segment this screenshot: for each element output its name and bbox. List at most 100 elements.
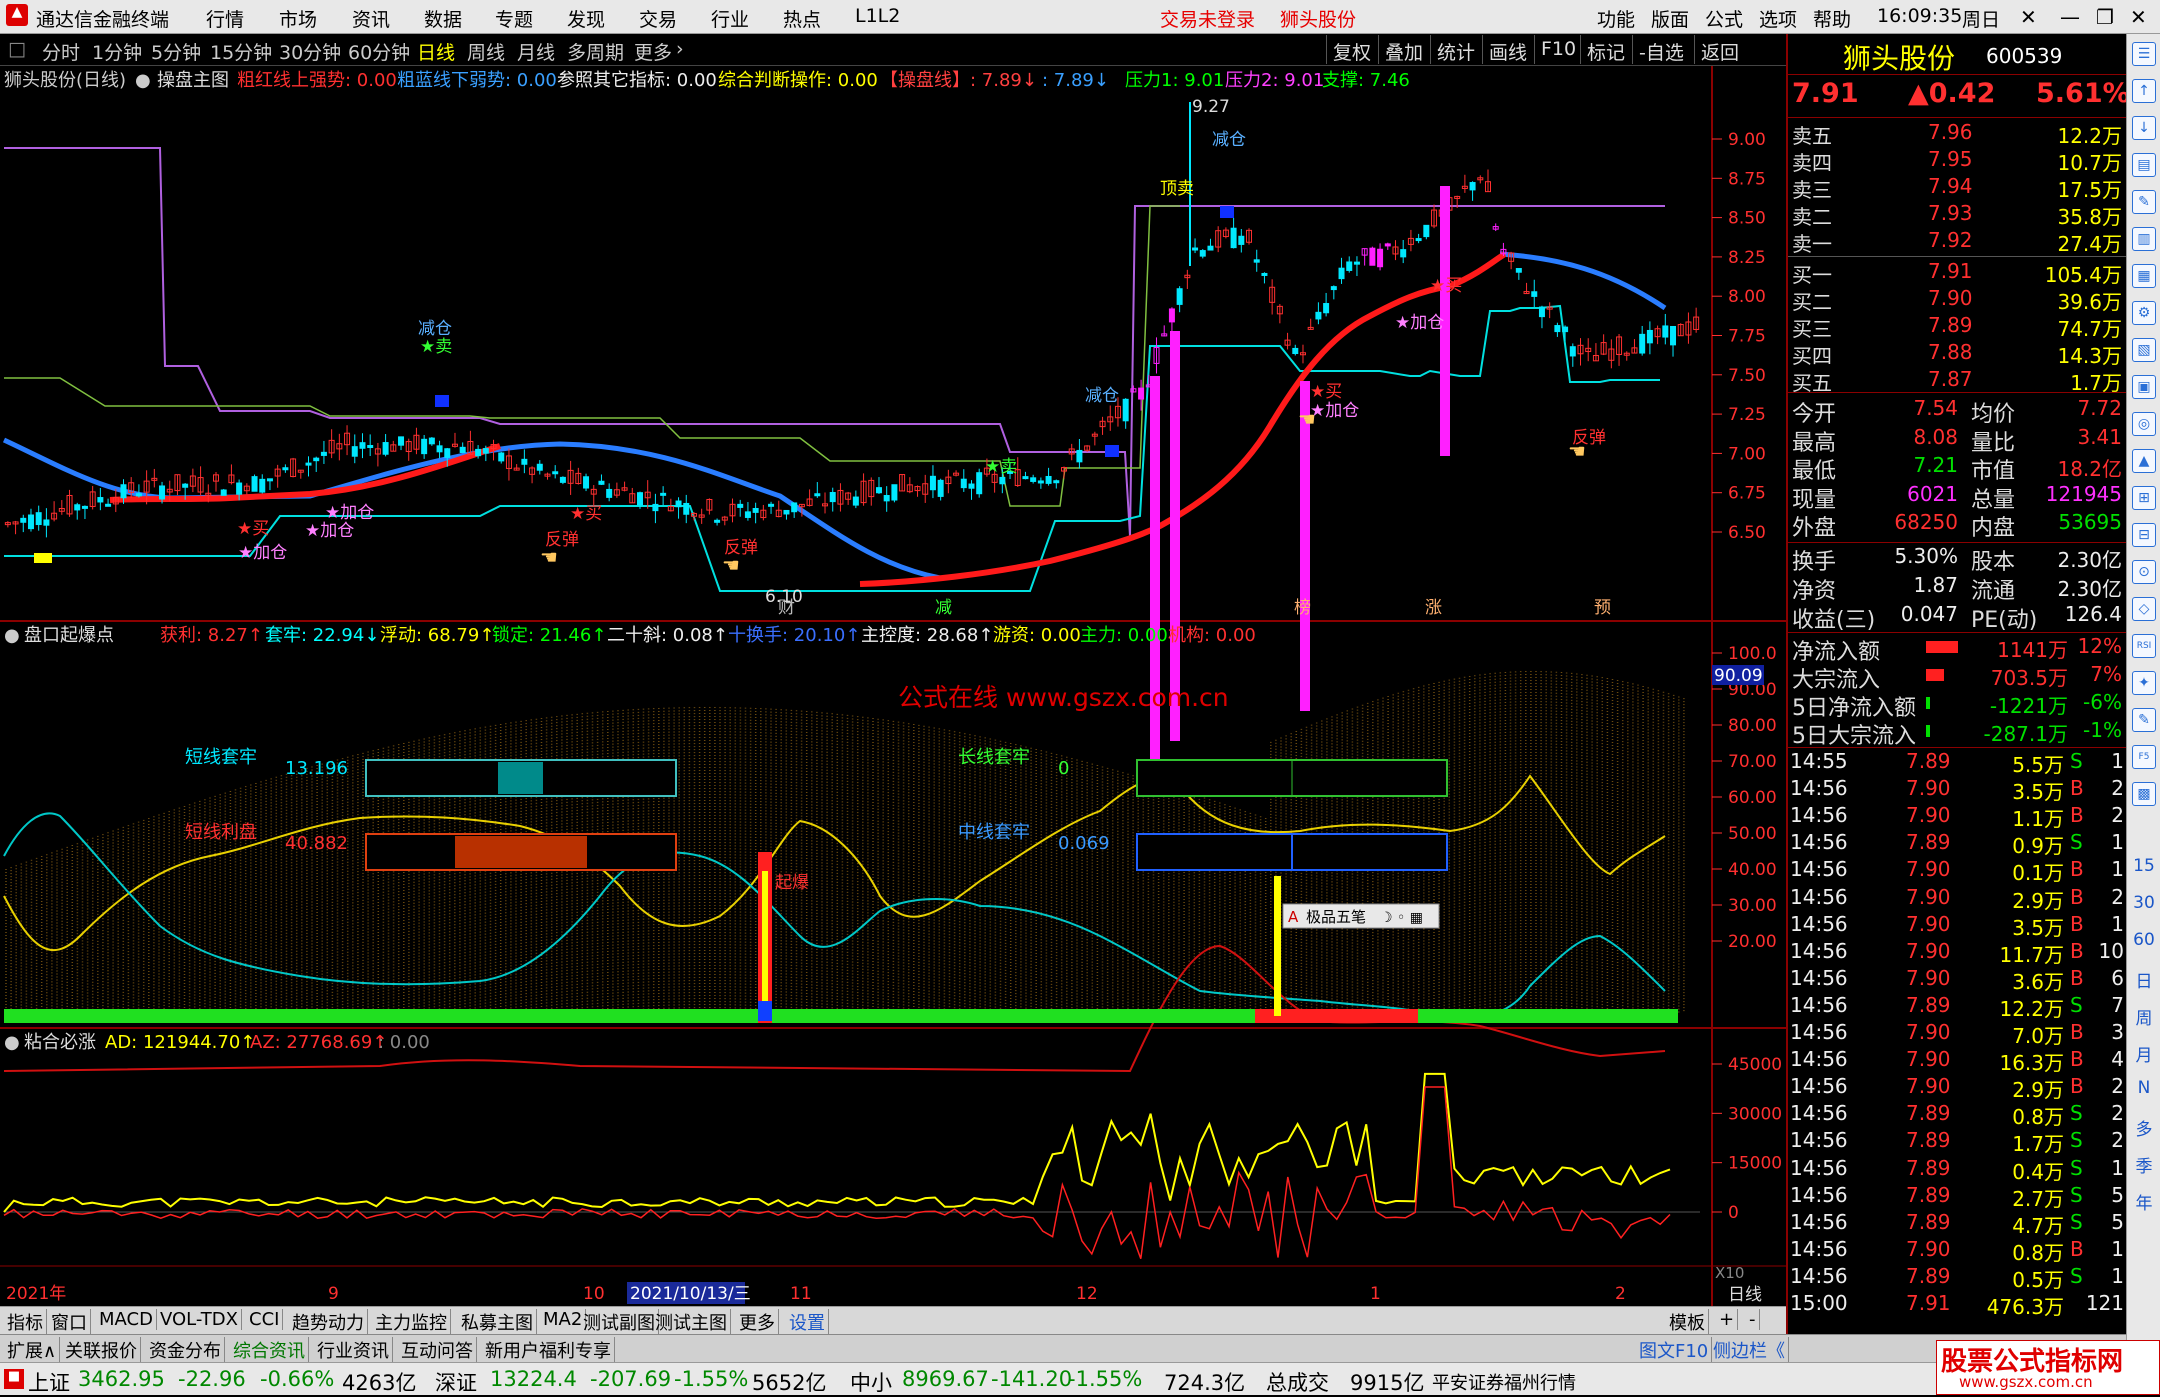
indicator-tab[interactable]: 测试副图 [580,1309,659,1335]
ask-row[interactable]: 卖二 7.93 35.8万 [1788,201,2128,229]
tool-f10[interactable]: F10 [1534,35,1582,64]
period-shortcut[interactable]: 多 [2131,1115,2157,1140]
extension-tab[interactable]: 资金分布 [146,1337,225,1363]
ask-row[interactable]: 卖三 7.94 17.5万 [1788,174,2128,202]
target-icon[interactable]: ◎ [2132,412,2156,436]
f10-tab[interactable]: 图文F10 [1636,1337,1713,1363]
restore-icon[interactable]: ❐ [2096,5,2114,29]
extension-tab[interactable]: 综合资讯 [230,1337,309,1363]
period-shortcut[interactable]: 60 [2131,930,2157,950]
menu-xuanxiang[interactable]: 选项 [1759,5,1797,32]
bid-row[interactable]: 买三 7.89 74.7万 [1788,313,2128,341]
menu-icon[interactable]: ☰ [2132,42,2156,66]
grid-icon[interactable]: ▥ [2132,227,2156,251]
indicator-tab[interactable]: 私募主图 [458,1309,537,1335]
zx-name[interactable]: 中小 [850,1367,892,1397]
indicator-tab[interactable]: + [1716,1309,1739,1330]
period-shortcut[interactable]: 季 [2131,1152,2157,1177]
stock-notice[interactable]: 狮头股份 [1280,5,1356,32]
sub1-toggle-icon[interactable]: ● [4,625,20,646]
indicator-tab[interactable]: 测试主图 [652,1309,731,1335]
menu-zixun[interactable]: 资讯 [352,5,390,32]
menu-redian[interactable]: 热点 [783,5,821,32]
box-icon[interactable]: ▣ [2132,375,2156,399]
tool-diejia[interactable]: 叠加 [1378,35,1429,64]
indicator-tab[interactable]: 主力监控 [372,1309,451,1335]
menu-hangye[interactable]: 行业 [711,5,749,32]
diamond-icon[interactable]: ◇ [2132,597,2156,621]
sidebar-tab[interactable]: 侧边栏《 [1710,1337,1789,1363]
menu-gongshi[interactable]: 公式 [1705,5,1743,32]
period-daily[interactable]: 日线 [417,38,455,65]
circle-icon[interactable]: ⊙ [2132,560,2156,584]
indicator-tab[interactable]: 指标 [4,1309,47,1335]
rsi-icon[interactable]: RSI [2132,634,2156,658]
f5-icon[interactable]: F5 [2132,745,2156,769]
close-icon[interactable]: ✕ [2130,5,2147,29]
menu-gongneng[interactable]: 功能 [1597,5,1635,32]
list-icon[interactable]: ▤ [2132,153,2156,177]
tool-huaxian[interactable]: 画线 [1482,35,1533,64]
minus-box-icon[interactable]: ⊟ [2132,523,2156,547]
minimize-icon[interactable]: — [2060,5,2080,29]
period-shortcut[interactable]: 年 [2131,1189,2157,1214]
menu-faxian[interactable]: 发现 [567,5,605,32]
sub2-toggle-icon[interactable]: ● [4,1032,20,1053]
extension-tab[interactable]: 新用户福利专享 [482,1337,615,1363]
period-shortcut[interactable]: 15 [2131,856,2157,876]
sh-name[interactable]: 上证 [28,1367,70,1397]
menu-banmian[interactable]: 版面 [1651,5,1689,32]
login-notice[interactable]: 交易未登录 [1160,5,1255,32]
tool-biaoji[interactable]: 标记 [1580,35,1631,64]
tool-tongji[interactable]: 统计 [1430,35,1481,64]
period-shortcut[interactable]: 日 [2131,967,2157,992]
ask-row[interactable]: 卖五 7.96 12.2万 [1788,120,2128,148]
menu-hangqing[interactable]: 行情 [206,5,244,32]
ask-row[interactable]: 卖一 7.92 27.4万 [1788,228,2128,256]
period-multi[interactable]: 多周期 [567,38,624,65]
period-5min[interactable]: 5分钟 [151,38,201,65]
main-formula[interactable]: 操盘主图 [157,70,229,91]
indicator-tab[interactable]: - [1746,1309,1760,1330]
draw-icon[interactable]: ✎ [2132,708,2156,732]
gear-icon[interactable]: ⚙ [2132,301,2156,325]
tool-zixuan[interactable]: -自选 [1632,35,1690,64]
period-30min[interactable]: 30分钟 [279,38,341,65]
menu-bangzhu[interactable]: 帮助 [1813,5,1851,32]
layout-icon[interactable]: ▩ [2132,782,2156,806]
bid-row[interactable]: 买一 7.91 105.4万 [1788,259,2128,287]
close-small-icon[interactable]: ✕ [2020,5,2037,29]
period-monthly[interactable]: 月线 [517,38,555,65]
tool-fuquan[interactable]: 复权 [1326,35,1377,64]
plus-box-icon[interactable]: ⊞ [2132,486,2156,510]
ask-row[interactable]: 卖四 7.95 10.7万 [1788,147,2128,175]
pen-icon[interactable]: ✎ [2132,190,2156,214]
period-shortcut[interactable]: 周 [2131,1004,2157,1029]
indicator-tab[interactable]: 设置 [786,1309,829,1335]
indicator-tab[interactable]: 模板 [1666,1309,1709,1335]
star-icon[interactable]: ✦ [2132,671,2156,695]
period-shortcut[interactable]: 月 [2131,1041,2157,1066]
indicator-tab[interactable]: 窗口 [48,1309,91,1335]
menu-l1l2[interactable]: L1L2 [855,5,900,27]
extension-tab[interactable]: 行业资讯 [314,1337,393,1363]
menu-shuju[interactable]: 数据 [424,5,462,32]
ime-moon-icon[interactable]: ☽ ◦ ▦ [1380,910,1423,926]
sz-name[interactable]: 深证 [435,1367,477,1397]
table-icon[interactable]: ▦ [2132,264,2156,288]
chevron-right-icon[interactable]: › [676,38,684,60]
period-more[interactable]: 更多 [634,38,672,65]
period-shortcut[interactable]: 30 [2131,893,2157,913]
period-weekly[interactable]: 周线 [467,38,505,65]
tool-fanhui[interactable]: 返回 [1694,35,1745,64]
chart-area[interactable]: 狮头股份(日线) ● 操盘主图 粗红线上强势: 0.00 粗蓝线下弱势: 0.0… [0,66,1786,1306]
panel-icon[interactable]: ▧ [2132,338,2156,362]
arrow-down-icon[interactable]: ↓ [2132,116,2156,140]
bid-row[interactable]: 买四 7.88 14.3万 [1788,340,2128,368]
arrow-up-icon[interactable]: ↑ [2132,79,2156,103]
period-shortcut[interactable]: N [2131,1078,2157,1098]
menu-zhuanti[interactable]: 专题 [495,5,533,32]
period-fenshi[interactable]: 分时 [42,38,80,65]
triangle-icon[interactable]: ▲ [2132,449,2156,473]
bid-row[interactable]: 买五 7.87 1.7万 [1788,367,2128,395]
